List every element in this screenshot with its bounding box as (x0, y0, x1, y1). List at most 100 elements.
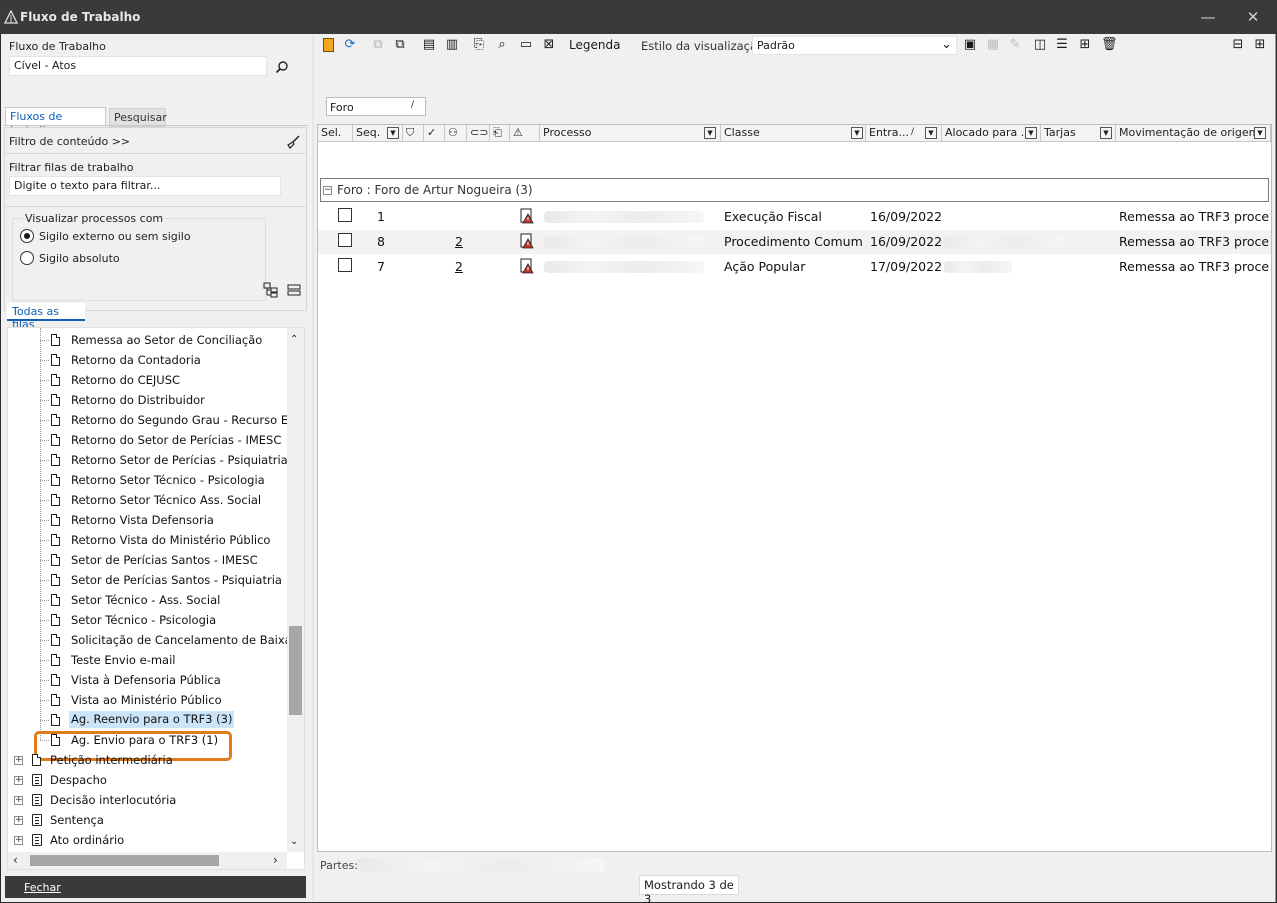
col-classe[interactable]: Classe (721, 125, 866, 141)
scroll-up-icon[interactable]: ⌃ (290, 334, 298, 345)
radio-sigilo-externo[interactable] (20, 229, 34, 243)
columns-icon[interactable]: ◫ (1032, 37, 1048, 53)
tarjas-filter-dropdown[interactable]: ▼ (1100, 127, 1112, 139)
expand-icon[interactable]: + (14, 836, 23, 845)
tree-item[interactable]: Retorno do Distribuidor (8, 390, 287, 410)
table-row[interactable]: 8 2 Procedimento Comum 16/09/2022 Remessa ao… (318, 230, 1271, 254)
paste-icon[interactable]: ▤ (421, 37, 437, 53)
copy-icon[interactable]: ⧉ (392, 37, 408, 53)
row-select-checkbox[interactable] (338, 258, 352, 272)
tree-group[interactable]: + Sentença (8, 810, 287, 830)
tree-item[interactable]: Vista à Defensoria Pública (8, 670, 287, 690)
find-document-icon[interactable]: ⌕ (494, 37, 510, 53)
classe-filter-dropdown[interactable]: ▼ (851, 127, 863, 139)
tree-item[interactable]: Retorno do CEJUSC (8, 370, 287, 390)
hscroll-thumb[interactable] (30, 855, 219, 866)
alocado-filter-dropdown[interactable]: ▼ (1025, 127, 1037, 139)
table-row[interactable]: 1 Execução Fiscal 16/09/2022 Remessa ao TRF… (318, 205, 1271, 229)
expand-icon[interactable]: + (14, 776, 23, 785)
col-sel[interactable]: Sel. (318, 125, 353, 141)
tree-item[interactable]: Vista ao Ministério Público (8, 690, 287, 710)
tree-item[interactable]: Retorno do Segundo Grau - Recurso Eletrô… (8, 410, 304, 430)
estilo-select[interactable]: Padrão ⌄ (752, 36, 957, 55)
fechar-button[interactable]: Fechar (5, 876, 306, 898)
tree-item[interactable]: Retorno Vista do Ministério Público (8, 530, 287, 550)
col-check[interactable]: ✓ (424, 125, 445, 141)
row-select-checkbox[interactable] (338, 233, 352, 247)
col-movimentacao[interactable]: Movimentação de origem (1116, 125, 1271, 141)
splitter[interactable] (312, 34, 314, 902)
group-by-chip[interactable]: Foro / (326, 97, 426, 116)
scroll-left-icon[interactable]: ‹ (13, 853, 18, 867)
tree-group[interactable]: + Petição intermediária (8, 750, 287, 770)
close-button[interactable]: ✕ (1238, 6, 1268, 28)
tree-group[interactable]: + Decisão interlocutória (8, 790, 287, 810)
col-pages[interactable]: ⎗ (490, 125, 510, 141)
remove-comment-icon[interactable]: ⊠ (541, 37, 557, 53)
export-icon[interactable]: ⎘ (471, 37, 487, 53)
tree-item[interactable]: Retorno Vista Defensoria (8, 510, 287, 530)
collapse-all-icon[interactable]: ⊟ (1230, 37, 1246, 53)
expand-icon[interactable]: + (14, 816, 23, 825)
scroll-down-icon[interactable]: ⌄ (290, 836, 298, 847)
clipboard-icon (32, 774, 42, 786)
tree-group[interactable]: + Ato ordinário (8, 830, 287, 850)
seq-filter-dropdown[interactable]: ▼ (387, 127, 399, 139)
col-processo[interactable]: Processo (540, 125, 721, 141)
col-link[interactable]: ⊂⊃ (467, 125, 490, 141)
tree-item[interactable]: Setor Técnico - Ass. Social (8, 590, 287, 610)
tab-fluxos[interactable]: Fluxos de trabalho (5, 107, 106, 136)
entrada-filter-dropdown[interactable]: ▼ (925, 127, 937, 139)
group-collapse-icon[interactable]: − (323, 186, 332, 195)
expand-all-icon[interactable]: ⊞ (1252, 37, 1268, 53)
search-icon[interactable] (275, 60, 289, 74)
tree-item[interactable]: Ag. Reenvio para o TRF3 (3) (8, 710, 287, 730)
processo-filter-dropdown[interactable]: ▼ (704, 127, 716, 139)
group-row[interactable]: − Foro : Foro de Artur Nogueira (3) (320, 178, 1269, 202)
expand-icon[interactable]: + (14, 796, 23, 805)
col-people[interactable]: ⚇ (445, 125, 467, 141)
tree-item[interactable]: Retorno Setor Técnico Ass. Social (8, 490, 287, 510)
table-row[interactable]: 7 2 Ação Popular 17/09/2022 Remessa ao TRF3 … (318, 255, 1271, 279)
legenda-button[interactable]: Legenda (569, 38, 620, 52)
tree-horizontal-scrollbar[interactable]: ‹ › (8, 852, 287, 869)
tree-item[interactable]: Solicitação de Cancelamento de Baixa (8, 630, 292, 650)
tree-item[interactable]: Retorno da Contadoria (8, 350, 287, 370)
brush-icon[interactable] (285, 134, 301, 150)
row-select-checkbox[interactable] (338, 208, 352, 222)
clipboard-icon[interactable]: ▥ (444, 37, 460, 53)
refresh-icon[interactable]: ⟳ (342, 37, 358, 53)
movimentacao-filter-dropdown[interactable]: ▼ (1254, 127, 1266, 139)
tree-expand-icon[interactable] (263, 282, 279, 298)
scroll-thumb[interactable] (289, 626, 302, 715)
tree-collapse-icon[interactable] (287, 283, 301, 297)
tree-item[interactable]: Setor de Perícias Santos - IMESC (8, 550, 287, 570)
tree-vertical-scrollbar[interactable]: ⌃ ⌄ (287, 328, 304, 852)
filtrar-input[interactable]: Digite o texto para filtrar... (9, 176, 281, 196)
save-icon[interactable]: ▣ (962, 37, 978, 53)
tree-item[interactable]: Retorno do Setor de Perícias - IMESC (8, 430, 287, 450)
radio-sigilo-absoluto[interactable] (20, 251, 34, 265)
tree-item[interactable]: Retorno Setor de Perícias - Psiquiatria (8, 450, 288, 470)
scroll-right-icon[interactable]: › (273, 853, 278, 867)
filtro-conteudo-link[interactable]: Filtro de conteúdo >> (9, 135, 130, 148)
minimize-button[interactable]: — (1193, 6, 1223, 28)
col-bookmark[interactable]: ⛉ (403, 125, 424, 141)
fluxo-field[interactable]: Cível - Atos (9, 56, 267, 76)
link-count-cell[interactable]: 2 (455, 234, 463, 249)
col-alert[interactable]: ⚠ (510, 125, 540, 141)
trash-icon[interactable]: 🗑 (1101, 37, 1118, 53)
link-count-cell[interactable]: 2 (455, 259, 463, 274)
expand-icon[interactable]: + (14, 756, 23, 765)
list-icon[interactable]: ☰ (1054, 37, 1070, 53)
tree-item[interactable]: Remessa ao Setor de Conciliação (8, 330, 287, 350)
tree-item[interactable]: Retorno Setor Técnico - Psicologia (8, 470, 287, 490)
comment-icon[interactable]: ▭ (518, 37, 534, 53)
tree-item[interactable]: Teste Envio e-mail (8, 650, 287, 670)
view-icon[interactable]: ⊞ (1077, 37, 1093, 53)
tree-item[interactable]: Setor de Perícias Santos - Psiquiatria (8, 570, 287, 590)
todas-filas-tab[interactable]: Todas as filas (7, 303, 85, 331)
tree-group[interactable]: + Despacho (8, 770, 287, 790)
tree-item[interactable]: Setor Técnico - Psicologia (8, 610, 287, 630)
new-note-icon[interactable] (320, 37, 336, 53)
